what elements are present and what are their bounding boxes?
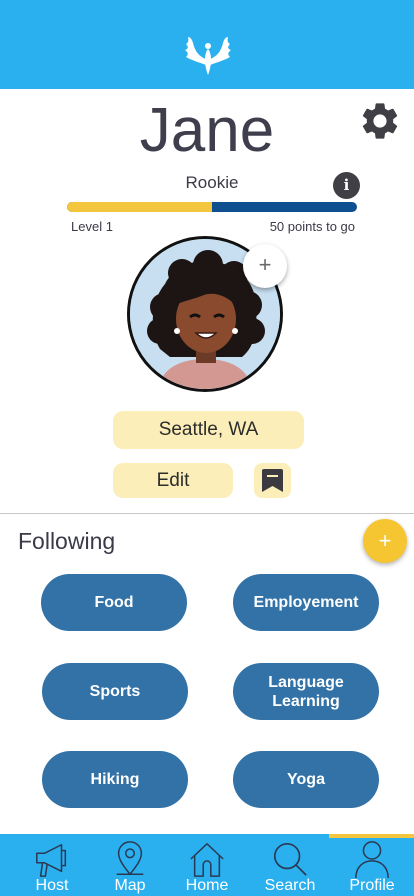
bookmark-icon (262, 469, 283, 492)
following-chip-sports[interactable]: Sports (42, 663, 188, 720)
bottom-nav: Host Map Home Search Profile (0, 834, 414, 896)
megaphone-icon (36, 843, 67, 877)
nav-item-profile[interactable]: Profile (331, 834, 413, 896)
following-chip-language-learning[interactable]: Language Learning (233, 663, 379, 720)
following-title: Following (18, 528, 116, 554)
points-to-go-label: 50 points to go (269, 219, 355, 234)
bird-wings-logo (185, 37, 231, 75)
following-chip-food[interactable]: Food (41, 574, 187, 631)
nav-label-map: Map (114, 877, 146, 894)
nav-label-profile: Profile (349, 877, 395, 894)
nav-item-host[interactable]: Host (11, 834, 93, 896)
level-progress-bar (67, 202, 357, 212)
nav-item-map[interactable]: Map (89, 834, 171, 896)
nav-label-search: Search (264, 877, 316, 894)
add-photo-button[interactable]: + (243, 244, 287, 288)
nav-item-home[interactable]: Home (166, 834, 248, 896)
nav-label-home: Home (185, 877, 229, 894)
add-following-button[interactable]: + (363, 519, 407, 563)
bookmark-button[interactable] (254, 463, 291, 498)
home-icon (190, 843, 224, 877)
section-divider (0, 513, 414, 514)
search-icon (273, 842, 307, 876)
info-icon[interactable]: i (333, 172, 360, 199)
map-pin-icon (116, 841, 144, 876)
level-progress-fill (67, 202, 212, 212)
top-bar (0, 0, 414, 89)
following-chip-hiking[interactable]: Hiking (42, 751, 188, 808)
edit-profile-button[interactable]: Edit (113, 463, 233, 498)
following-chip-employement[interactable]: Employement (233, 574, 379, 631)
nav-active-indicator (329, 834, 414, 838)
person-icon (355, 841, 389, 879)
nav-item-search[interactable]: Search (249, 834, 331, 896)
level-label: Level 1 (71, 219, 113, 234)
profile-name: Jane (139, 96, 275, 165)
location-badge[interactable]: Seattle, WA (113, 411, 304, 449)
nav-label-host: Host (35, 877, 69, 894)
following-chip-yoga[interactable]: Yoga (233, 751, 379, 808)
